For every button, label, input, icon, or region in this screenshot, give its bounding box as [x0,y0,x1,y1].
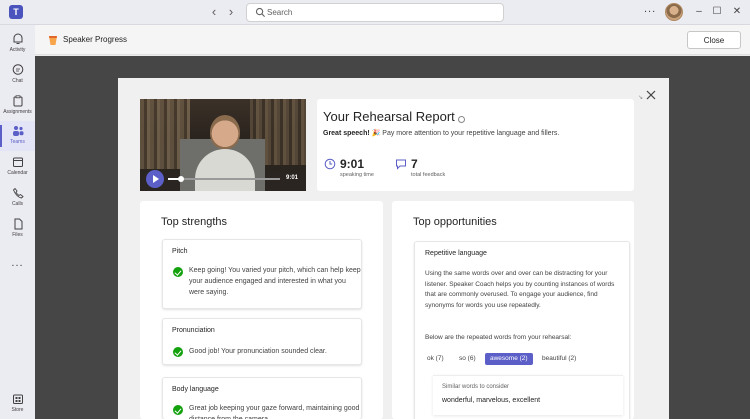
report-subtitle: Great speech! 🎉 Pay more attention to yo… [323,129,559,137]
chat-icon [12,64,23,75]
title-bar: T ‹ › Search ... – ☐ ✕ [0,0,750,25]
speaking-time-label: speaking time [340,172,374,178]
minimize-button[interactable]: – [691,4,707,20]
maximize-button[interactable]: ☐ [709,4,725,20]
rail-item-assignments[interactable]: Assignments [0,91,35,121]
avatar[interactable] [665,3,683,21]
bell-icon [13,33,22,44]
similar-words-box: Similar words to consider wonderful, mar… [433,375,623,415]
calendar-icon [12,157,23,167]
strength-heading: Pronunciation [172,327,215,334]
feedback-icon [396,159,406,170]
rail-item-calls[interactable]: Calls [0,183,35,213]
opportunities-title: Top opportunities [413,216,497,228]
similar-words-list: wonderful, marvelous, excellent [442,397,541,404]
rail-label: Activity [9,47,26,53]
strength-heading: Body language [172,386,219,393]
close-button[interactable]: Close [687,31,741,49]
back-arrow-icon[interactable]: ‹ [207,4,221,20]
video-duration: 9:01 [286,175,299,181]
strength-text: Great job keeping your gaze forward, mai… [189,405,360,419]
phone-icon [12,187,24,199]
assignments-icon [13,95,22,107]
strength-text: Keep going! You varied your pitch, which… [189,267,361,296]
window-close-button[interactable]: ✕ [729,4,745,20]
strengths-title: Top strengths [161,216,228,228]
report-summary-card: Your Rehearsal Report Great speech! 🎉 Pa… [317,99,634,191]
app-header: Speaker Progress Close [35,25,750,55]
rail-label: Assignments [3,109,32,115]
check-circle-icon [173,267,183,277]
rail-label: Teams [10,139,25,145]
resize-hint-icon: ↘ [638,95,644,101]
info-icon[interactable] [458,116,465,123]
rail-item-calendar[interactable]: Calendar [0,152,35,182]
word-chip-beautiful[interactable]: beautiful (2) [537,353,582,365]
rail-label: Chat [12,78,23,84]
rail-label: Calendar [7,170,28,176]
top-strengths-panel: Top strengths Pitch Keep going! You vari… [140,201,383,419]
strength-card-pitch: Pitch Keep going! You varied your pitch,… [162,239,362,309]
word-chip-ok[interactable]: ok (7) [422,353,449,365]
rail-item-files[interactable]: Files [0,214,35,244]
file-icon [14,218,22,230]
strength-card-pronunciation: Pronunciation Good job! Your pronunciati… [162,318,362,365]
repetitive-language-card: Repetitive language Using the same words… [414,241,630,419]
total-feedback-value: 7 [411,157,418,171]
opportunity-heading: Repetitive language [425,250,487,257]
more-apps-icon[interactable]: ... [0,257,35,269]
strength-heading: Pitch [172,248,188,255]
search-icon [255,7,266,18]
word-chip-so[interactable]: so (6) [454,353,481,365]
repeated-words-heading: Below are the repeated words from your r… [425,334,572,341]
speaker-head [210,115,240,149]
speaking-time-value: 9:01 [340,157,365,171]
rail-item-teams[interactable]: Teams [0,121,35,151]
teams-icon [12,126,23,136]
play-button[interactable] [146,170,164,188]
close-icon[interactable] [645,89,657,101]
rail-label: Calls [11,201,24,207]
rail-item-activity[interactable]: Activity [0,29,35,59]
opportunity-description: Using the same words over and over can b… [425,270,615,309]
clock-icon [324,158,336,170]
forward-arrow-icon[interactable]: › [224,4,238,20]
total-feedback-label: total feedback [411,172,446,178]
search-placeholder: Search [267,8,293,17]
teams-logo-icon: T [9,5,23,19]
left-rail: Activity Chat Assignments Teams Calendar… [0,25,35,419]
more-options-icon[interactable]: ... [644,3,656,15]
word-chip-awesome[interactable]: awesome (2) [485,353,533,365]
similar-words-label: Similar words to consider [442,384,510,390]
report-title: Your Rehearsal Report [323,109,455,124]
report-subtitle-rest: Pay more attention to your repetitive la… [380,130,560,137]
strength-text: Good job! Your pronunciation sounded cle… [189,348,327,355]
report-subtitle-bold: Great speech! 🎉 [323,130,381,137]
speaker-progress-icon [49,36,57,45]
rail-item-chat[interactable]: Chat [0,60,35,90]
check-circle-icon [173,347,183,357]
page-title: Speaker Progress [63,35,128,44]
strength-card-body-language: Body language Great job keeping your gaz… [162,377,362,419]
top-opportunities-panel: Top opportunities Repetitive language Us… [392,201,634,419]
store-icon [12,394,23,404]
search-input[interactable]: Search [246,3,504,22]
rail-item-store[interactable]: Store [0,389,35,419]
rail-label: Store [11,407,24,413]
video-seek-bar[interactable] [168,176,280,182]
check-circle-icon [173,405,183,415]
rail-label: Files [12,232,23,238]
